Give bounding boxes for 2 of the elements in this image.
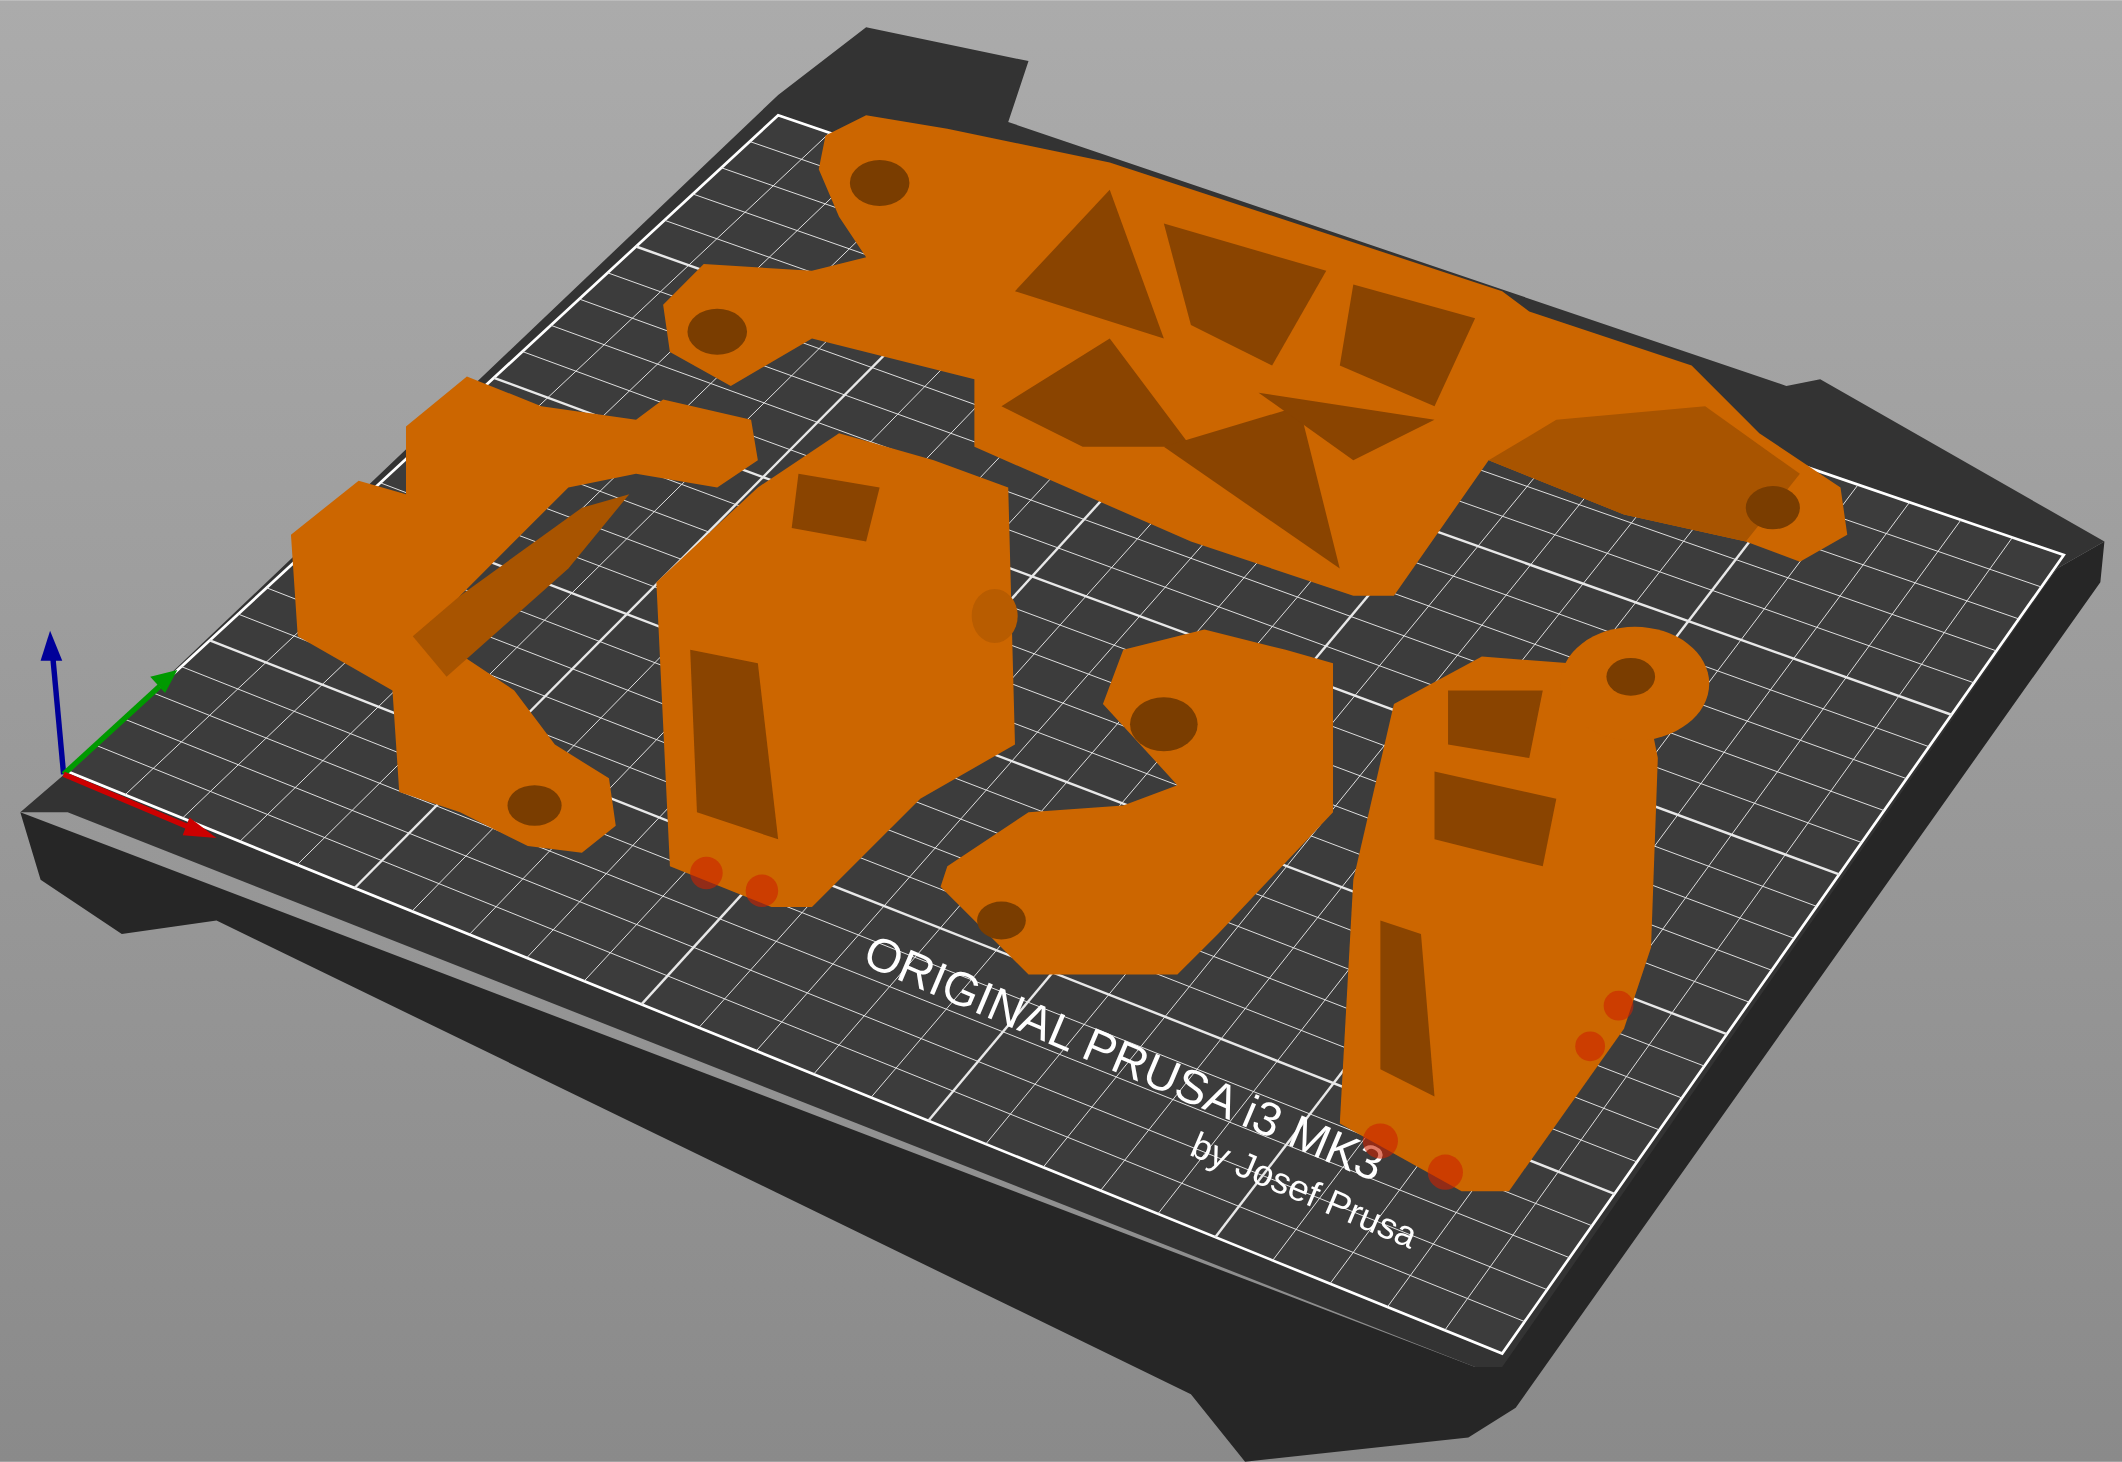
support-point-marker (690, 856, 723, 890)
support-point-marker (745, 874, 779, 907)
